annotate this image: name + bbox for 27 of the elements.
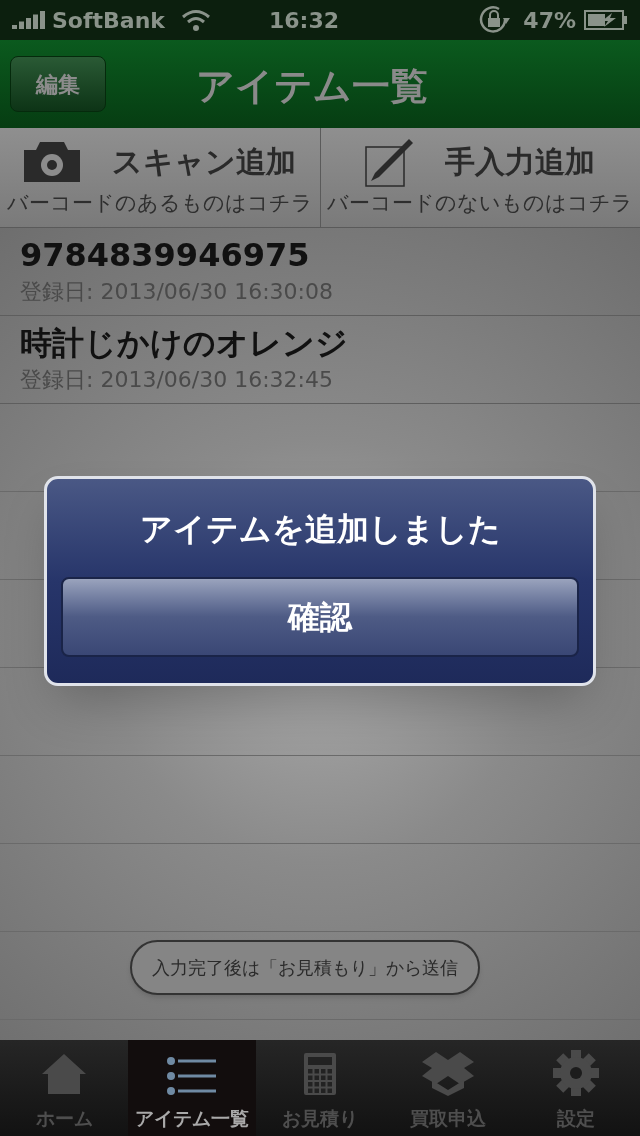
home-icon bbox=[40, 1051, 88, 1096]
tab[interactable]: お見積り bbox=[256, 1040, 384, 1136]
list-icon bbox=[166, 1055, 218, 1096]
add-item-button[interactable]: 手入力追加 バーコードのないものはコチラ bbox=[319, 128, 640, 227]
screen-title: アイテム一覧 bbox=[196, 63, 428, 110]
tab[interactable]: 設定 bbox=[512, 1040, 640, 1136]
rotation-lock-icon bbox=[477, 5, 512, 35]
settings-icon bbox=[553, 1049, 599, 1096]
alert-message: アイテムを追加しました bbox=[139, 509, 501, 550]
battery-icon bbox=[584, 10, 628, 30]
camera-icon bbox=[23, 141, 80, 182]
tab[interactable]: 買取申込 bbox=[384, 1040, 512, 1136]
box-icon bbox=[420, 1049, 476, 1096]
hint-bubble: 入力完了後は「お見積もり」から送信 bbox=[130, 940, 480, 995]
wifi-icon bbox=[180, 9, 211, 31]
item-name: 9784839946975 bbox=[20, 235, 311, 275]
clock: 16:32 bbox=[268, 6, 339, 35]
tab[interactable]: ホーム bbox=[0, 1040, 128, 1136]
item-name: 時計じかけのオレンジ bbox=[20, 323, 349, 363]
signal-icon bbox=[12, 11, 48, 29]
carrier-name: SoftBank bbox=[52, 6, 165, 35]
confirm-button[interactable]: 確認 bbox=[61, 577, 579, 657]
calculator-icon bbox=[303, 1051, 337, 1096]
edit-button[interactable]: 編集 bbox=[10, 56, 106, 112]
tab[interactable]: アイテム一覧 bbox=[128, 1040, 256, 1136]
pencil-icon bbox=[365, 136, 414, 187]
battery-percent: 47% bbox=[523, 6, 576, 35]
